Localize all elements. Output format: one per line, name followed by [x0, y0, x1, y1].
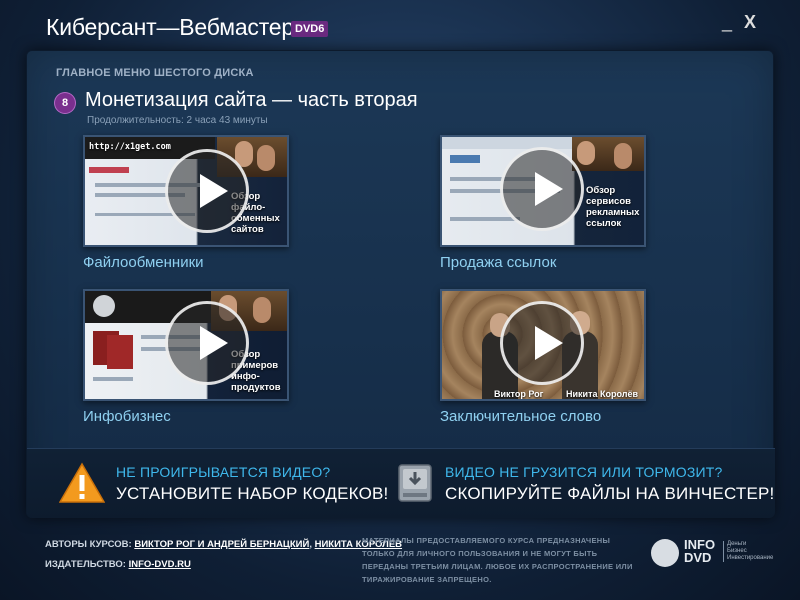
title-bar: Киберсант—Вебмастер DVD6 _ X: [0, 0, 800, 50]
video-card-file-sharing[interactable]: http://x1get.com Обзор файло- обменных с…: [83, 135, 289, 271]
logo-tagline-line: Деньги: [727, 541, 747, 547]
logo-mark-icon: [651, 539, 679, 567]
thumb-url-text: http://x1get.com: [89, 142, 171, 152]
video-thumbnail[interactable]: Обзор сервисов рекламных ссылок: [440, 135, 646, 247]
hdd-question[interactable]: ВИДЕО НЕ ГРУЗИТСЯ ИЛИ ТОРМОЗИТ?: [445, 464, 723, 480]
logo-line: DVD: [684, 550, 712, 565]
hard-drive-icon[interactable]: [395, 463, 435, 503]
video-card-closing-words[interactable]: Виктор Рог Никита Королёв Заключительное…: [440, 289, 646, 425]
publisher-link[interactable]: INFO-DVD.RU: [129, 559, 191, 570]
authors-link-1[interactable]: ВИКТОР РОГ И АНДРЕЙ БЕРНАЦКИЙ: [134, 539, 309, 550]
help-bar: НЕ ПРОИГРЫВАЕТСЯ ВИДЕО? УСТАНОВИТЕ НАБОР…: [27, 448, 775, 518]
close-button[interactable]: X: [744, 12, 756, 33]
authors-line: АВТОРЫ КУРСОВ: ВИКТОР РОГ И АНДРЕЙ БЕРНА…: [45, 539, 402, 550]
play-icon[interactable]: [165, 301, 249, 385]
caption-line: сайтов: [231, 224, 264, 235]
caption-line: инфо-: [231, 371, 260, 382]
minimize-button[interactable]: _: [722, 12, 732, 33]
section-heading: ГЛАВНОЕ МЕНЮ ШЕСТОГО ДИСКА: [56, 67, 254, 79]
caption-line: сервисов: [586, 196, 631, 207]
video-card-infobusiness[interactable]: Обзор примеров инфо- продуктов Инфобизне…: [83, 289, 289, 425]
video-thumbnail[interactable]: Обзор примеров инфо- продуктов: [83, 289, 289, 401]
hdd-action[interactable]: СКОПИРУЙТЕ ФАЙЛЫ НА ВИНЧЕСТЕР!: [445, 484, 774, 504]
caption-line: Обзор: [586, 185, 616, 196]
module-title: Монетизация сайта — часть вторая: [85, 89, 418, 111]
video-label[interactable]: Продажа ссылок: [440, 254, 556, 271]
speaker-name: Виктор Рог: [494, 389, 544, 399]
publisher-line: ИЗДАТЕЛЬСТВО: INFO-DVD.RU: [45, 559, 191, 570]
app-title: Киберсант—Вебмастер: [46, 14, 294, 40]
publisher-label: ИЗДАТЕЛЬСТВО:: [45, 559, 126, 570]
main-panel: ГЛАВНОЕ МЕНЮ ШЕСТОГО ДИСКА 8 Монетизация…: [26, 50, 775, 518]
logo-tagline: Деньги Бизнес Инвестирование: [723, 541, 773, 562]
codec-action[interactable]: УСТАНОВИТЕ НАБОР КОДЕКОВ!: [116, 484, 388, 504]
video-label[interactable]: Файлообменники: [83, 254, 204, 271]
authors-separator: ,: [309, 539, 312, 550]
module-duration: Продолжительность: 2 часа 43 минуты: [87, 115, 268, 126]
logo-tagline-line: Инвестирование: [727, 555, 774, 561]
caption-line: продуктов: [231, 382, 281, 393]
speaker-name: Никита Королёв: [566, 389, 638, 399]
module-number-badge: 8: [55, 93, 75, 113]
video-thumbnail[interactable]: Виктор Рог Никита Королёв: [440, 289, 646, 401]
authors-label: АВТОРЫ КУРСОВ:: [45, 539, 132, 550]
info-dvd-logo[interactable]: INFO DVD Деньги Бизнес Инвестирование: [651, 537, 773, 571]
video-thumbnail[interactable]: http://x1get.com Обзор файло- обменных с…: [83, 135, 289, 247]
video-card-link-sales[interactable]: Обзор сервисов рекламных ссылок Продажа …: [440, 135, 646, 271]
video-label[interactable]: Заключительное слово: [440, 408, 601, 425]
warning-icon[interactable]: [59, 462, 105, 504]
play-icon[interactable]: [165, 149, 249, 233]
logo-wordmark: INFO DVD: [684, 538, 715, 564]
logo-tagline-line: Бизнес: [727, 548, 747, 554]
codec-question[interactable]: НЕ ПРОИГРЫВАЕТСЯ ВИДЕО?: [116, 464, 330, 480]
play-icon[interactable]: [500, 301, 584, 385]
disclaimer-text: МАТЕРИАЛЫ ПРЕДОСТАВЛЯЕМОГО КУРСА ПРЕДНАЗ…: [362, 536, 633, 584]
caption-line: рекламных: [586, 207, 640, 218]
dvd-badge: DVD6: [291, 21, 329, 37]
caption-line: ссылок: [586, 218, 622, 229]
video-label[interactable]: Инфобизнес: [83, 408, 171, 425]
play-icon[interactable]: [500, 147, 584, 231]
